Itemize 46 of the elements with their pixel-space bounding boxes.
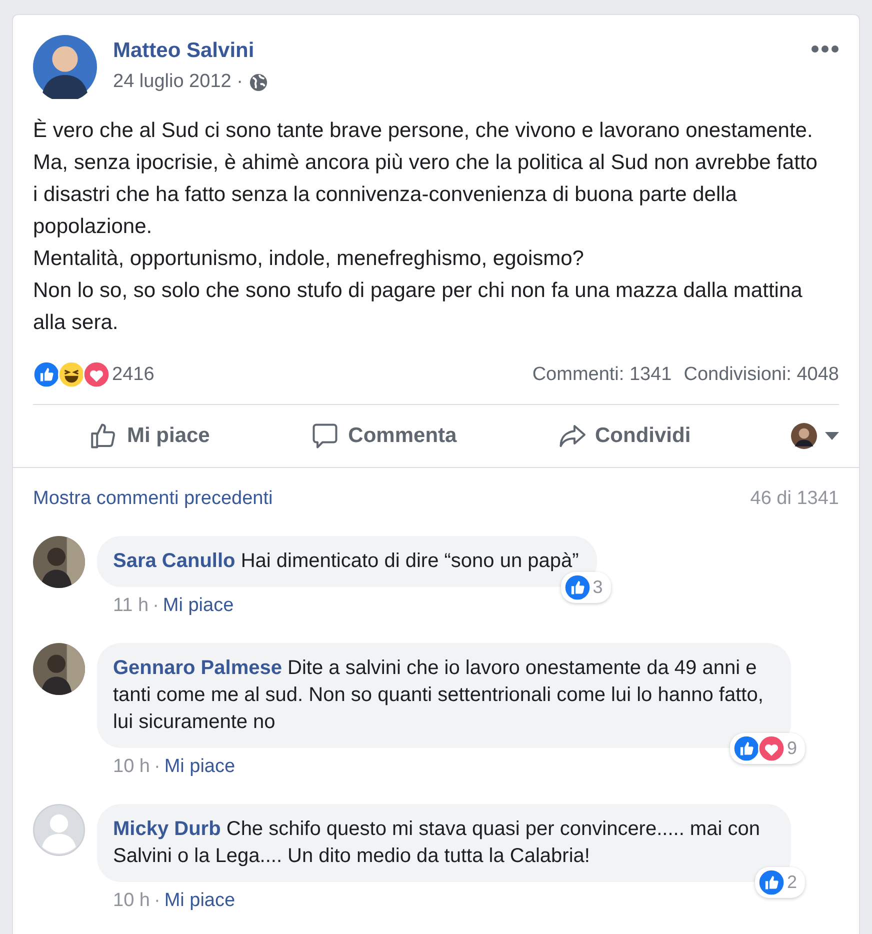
reaction-count[interactable]: 2416 bbox=[112, 364, 154, 386]
commenter-name[interactable]: Sara Canullo bbox=[113, 550, 236, 572]
share-button[interactable]: Condividi bbox=[557, 415, 691, 457]
comments-count[interactable]: Commenti: 1341 bbox=[532, 364, 672, 386]
comment-text: Sara Canullo Hai dimenticato di dire “sono un papà” bbox=[113, 549, 579, 574]
globe-icon bbox=[248, 72, 268, 92]
comment-button[interactable]: Commenta bbox=[310, 415, 457, 457]
separator-dot: · bbox=[154, 756, 160, 778]
speech-bubble-icon bbox=[310, 421, 340, 451]
post-date[interactable]: 24 luglio 2012 · bbox=[113, 71, 243, 93]
like-button[interactable]: Mi piace bbox=[89, 415, 210, 457]
heart-reaction-icon bbox=[758, 735, 785, 762]
like-link[interactable]: Mi piace bbox=[164, 756, 236, 778]
like-reaction-icon bbox=[732, 735, 760, 762]
like-link[interactable]: Mi piace bbox=[162, 595, 234, 617]
comment-time[interactable]: 10 h bbox=[113, 756, 150, 778]
more-options-icon[interactable] bbox=[811, 45, 839, 53]
avatar[interactable] bbox=[33, 536, 85, 588]
reaction-badge[interactable]: 9 bbox=[730, 733, 805, 764]
avatar[interactable] bbox=[33, 643, 85, 695]
like-reaction-icon bbox=[564, 574, 591, 601]
show-previous-comments-link[interactable]: Mostra commenti precedenti bbox=[33, 488, 273, 510]
post-text: È vero che al Sud ci sono tante brave persone, che vivono e lavorano onestamente. Ma, senza ipocrisie, è ahimè ancora più vero che la politica al Sud non avrebbe fatto i disastri che ha fatto senza la connivenza-convenienza di buona parte della popolazione. bbox=[33, 118, 818, 240]
like-link[interactable]: Mi piace bbox=[164, 890, 236, 912]
author-name[interactable]: Matteo Salvini bbox=[113, 39, 254, 62]
like-reaction-icon bbox=[758, 869, 785, 896]
post-text: Mentalità, opportunismo, indole, menefreghismo, egoismo? bbox=[33, 246, 585, 272]
separator-dot: · bbox=[154, 890, 160, 912]
heart-reaction-icon bbox=[83, 361, 110, 388]
reaction-badge[interactable]: 2 bbox=[754, 867, 805, 898]
reaction-badge[interactable]: 3 bbox=[560, 572, 611, 603]
shares-count[interactable]: Condivisioni: 4048 bbox=[684, 364, 839, 386]
comment-text: Gennaro Palmese Dite a salvini che io lavoro onestamente da 49 anni e tanti come me al sud. Non so quanti settentrionali come lui lo hanno fatto, lui sicuramente no bbox=[113, 656, 764, 735]
post-text: Non lo so, so solo che sono stufo di pagare per chi non fa una mazza dalla mattina alla sera. bbox=[33, 278, 804, 336]
comment-text: Micky Durb Che schifo questo mi stava quasi per convincere..... mai con Salvini o la Lega.... Un dito medio da tutta la Calabria! bbox=[113, 817, 761, 869]
avatar bbox=[790, 423, 817, 449]
separator-dot: · bbox=[152, 595, 159, 617]
laughing-reaction-icon bbox=[58, 361, 85, 388]
comments-shown-count: 46 di 1341 bbox=[750, 488, 839, 510]
comment-time[interactable]: 11 h bbox=[113, 595, 149, 617]
comment-time[interactable]: 10 h bbox=[113, 890, 150, 912]
dropdown-caret-icon bbox=[824, 432, 839, 440]
avatar[interactable] bbox=[33, 35, 97, 99]
commenter-name[interactable]: Micky Durb bbox=[113, 818, 221, 840]
commenter-name[interactable]: Gennaro Palmese bbox=[113, 657, 282, 679]
like-reaction-icon bbox=[33, 361, 60, 388]
